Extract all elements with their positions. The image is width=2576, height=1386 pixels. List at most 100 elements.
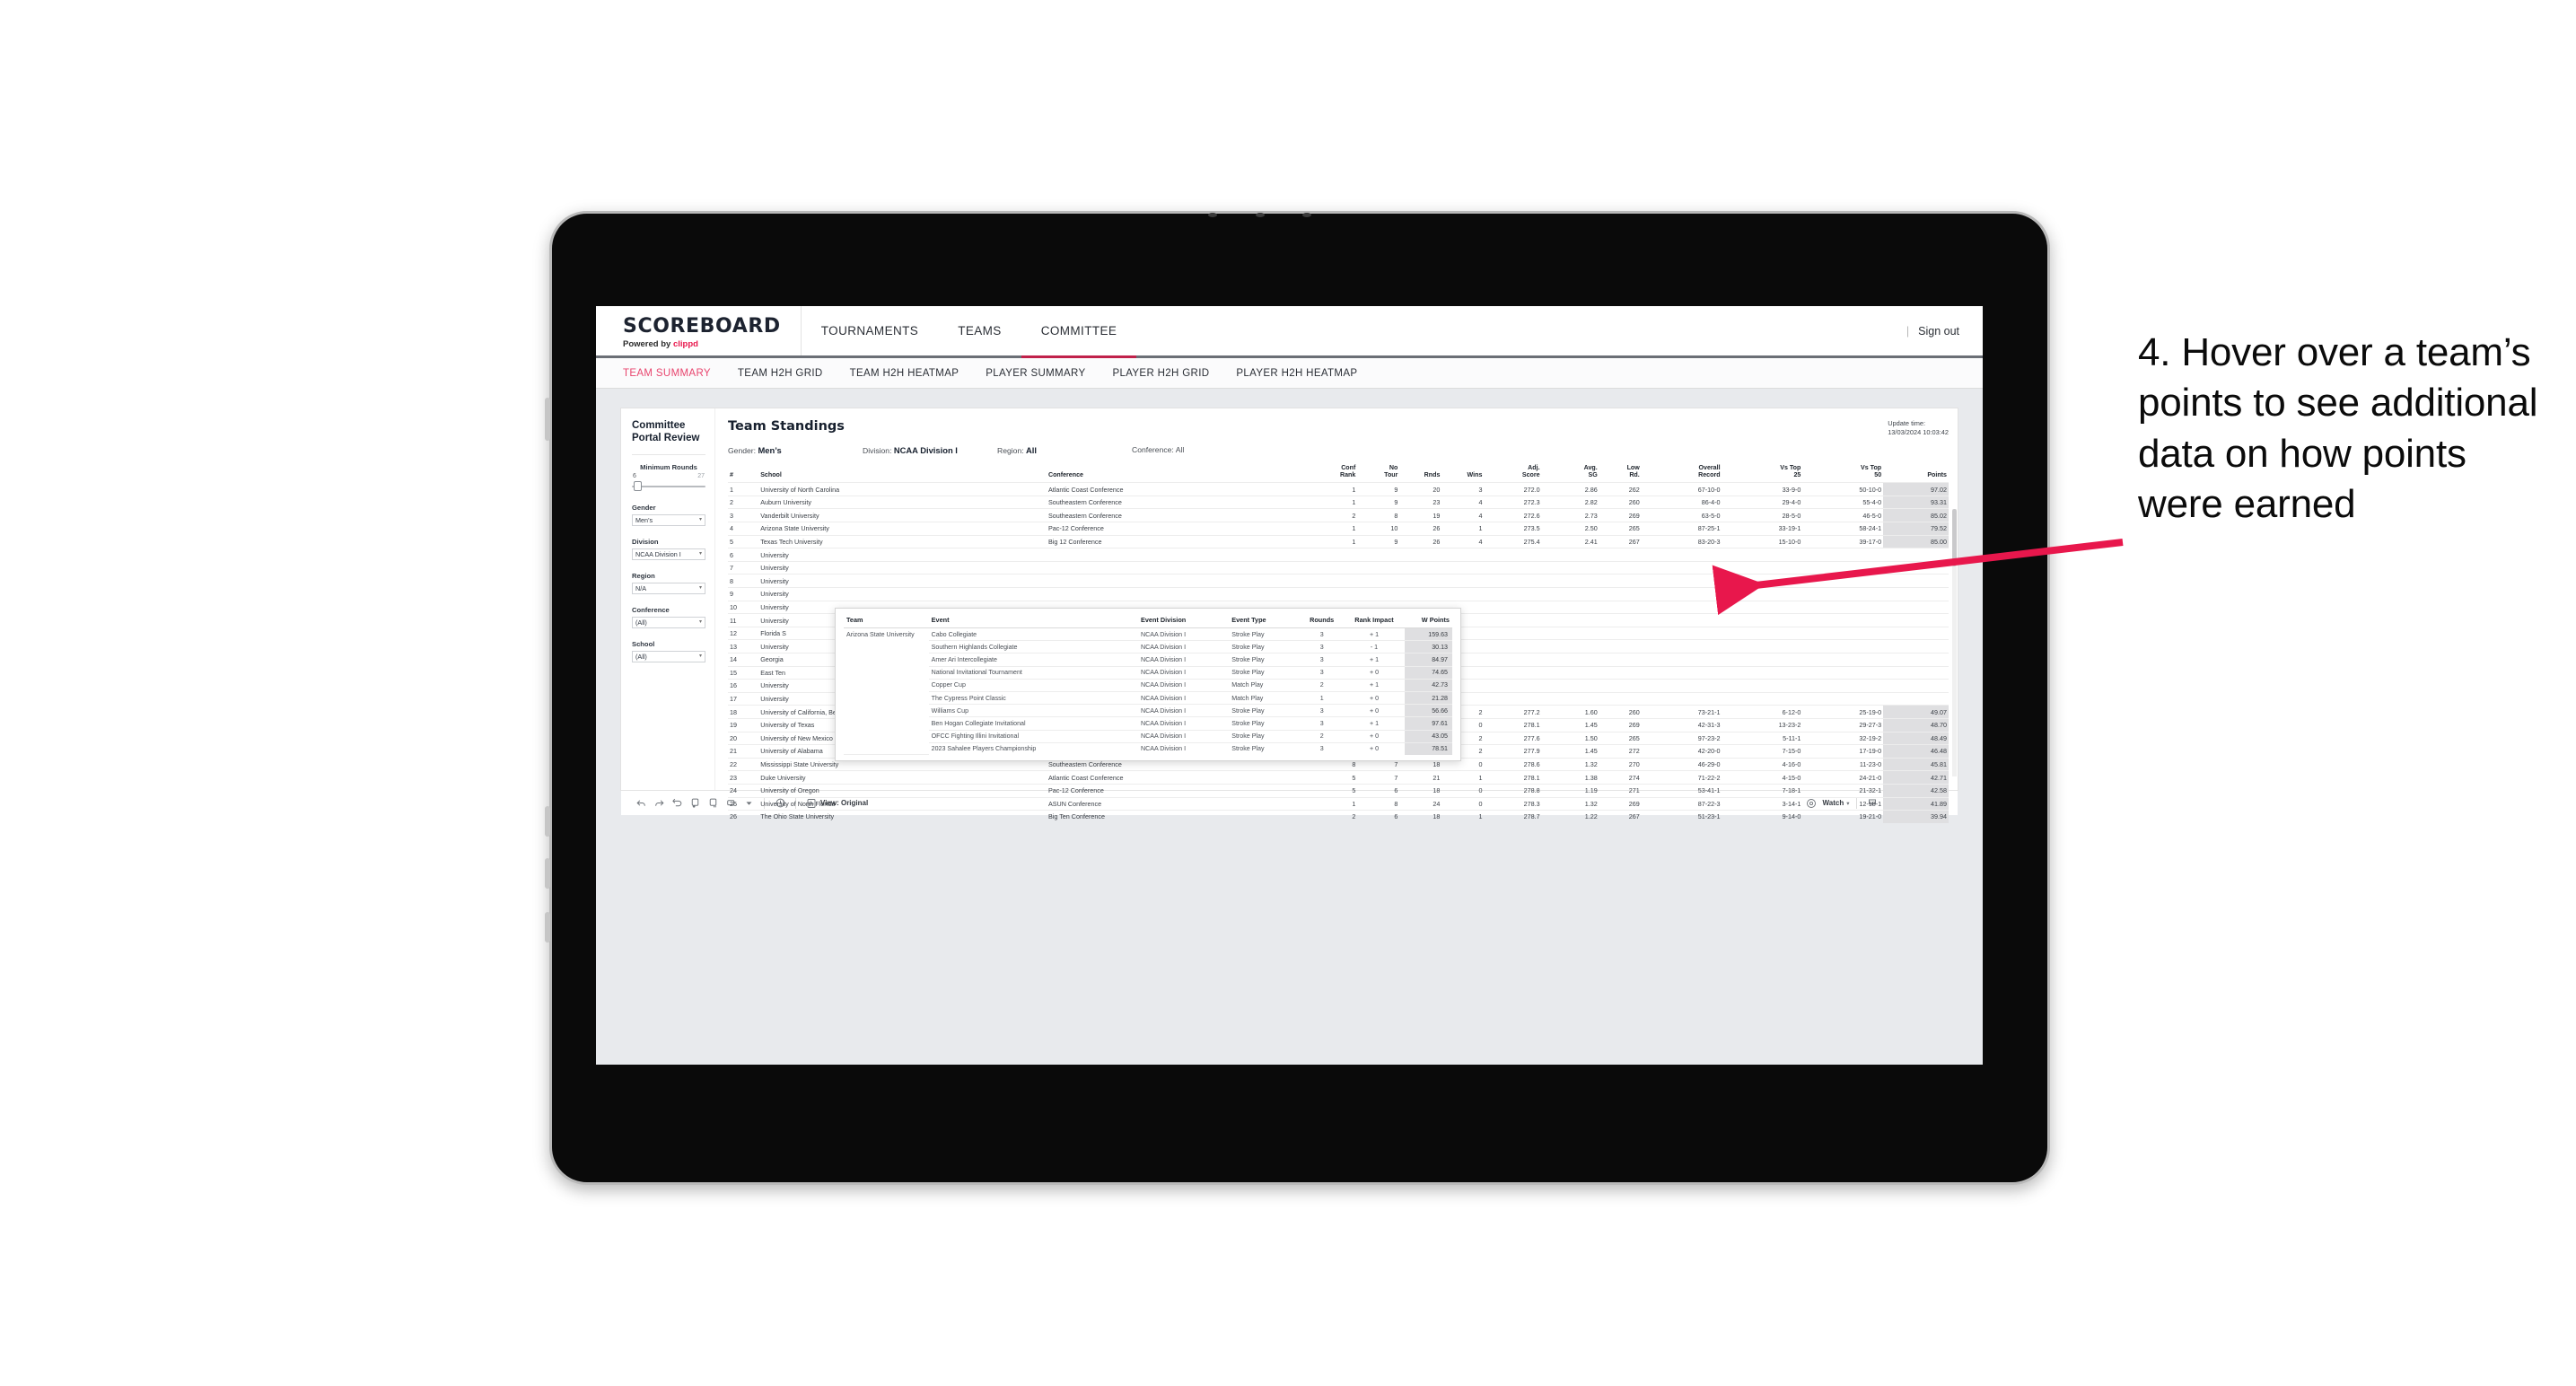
table-row[interactable]: 4 Arizona State University Pac-12 Conferen… — [728, 522, 1949, 536]
row-avg-sg: 2.73 — [1541, 508, 1599, 522]
row-low-rd — [1599, 639, 1642, 654]
tab-player-h2h-grid[interactable]: PLAYER H2H GRID — [1112, 368, 1209, 379]
row-rnds: 26 — [1399, 522, 1442, 536]
tth-event-division: Event Division — [1137, 615, 1230, 628]
table-row[interactable]: 3 Vanderbilt University Southeastern Confe… — [728, 508, 1949, 522]
slider-track[interactable] — [632, 485, 705, 488]
power-button[interactable] — [545, 398, 550, 441]
tab-player-summary[interactable]: PLAYER SUMMARY — [986, 368, 1085, 379]
th-low-rd[interactable]: Low Rd. — [1599, 463, 1642, 483]
filter-division-select[interactable]: NCAA Division I ▾ — [632, 548, 705, 560]
th-conference[interactable]: Conference — [1047, 463, 1315, 483]
row-adj-score — [1484, 639, 1542, 654]
row-avg-sg: 1.32 — [1541, 796, 1599, 811]
row-conf-rank — [1315, 574, 1358, 588]
row-wins — [1441, 574, 1485, 588]
th-points[interactable]: Points — [1883, 463, 1949, 483]
table-row[interactable]: 2 Auburn University Southeastern Conferenc… — [728, 495, 1949, 509]
filter-region-value: N/A — [635, 583, 646, 592]
redo-icon[interactable] — [650, 794, 668, 812]
side-button[interactable] — [545, 912, 550, 943]
row-points[interactable]: 85.02 — [1883, 508, 1949, 522]
filter-conference-select[interactable]: (All) ▾ — [632, 616, 705, 628]
row-overall-record: 87-25-1 — [1641, 522, 1722, 536]
row-points[interactable]: 41.89 — [1883, 796, 1949, 811]
revert-icon[interactable] — [668, 794, 686, 812]
th-v50-l2: 50 — [1874, 471, 1882, 479]
brand-logo[interactable]: SCOREBOARD Powered by clippd — [596, 306, 802, 355]
th-wins[interactable]: Wins — [1441, 463, 1484, 483]
row-vs-top-25: 33-19-1 — [1722, 522, 1803, 536]
th-vs-top-25[interactable]: Vs Top 25 — [1722, 463, 1803, 483]
tooltip-rank-impact: + 1 — [1343, 679, 1406, 692]
summary-gender-value: Men’s — [758, 444, 782, 455]
row-vs-top-50: 21-32-1 — [1802, 783, 1884, 798]
tooltip-event: Amer Ari Intercollegiate — [928, 653, 1138, 667]
tooltip-rank-impact: - 1 — [1343, 640, 1406, 654]
table-row[interactable]: 25 University of North Florida ASUN Confer… — [728, 796, 1949, 811]
nav-item-teams[interactable]: TEAMS — [938, 306, 1021, 358]
th-conf-rank[interactable]: Conf Rank — [1315, 463, 1357, 483]
min-rounds-slider[interactable] — [632, 480, 705, 492]
sign-out-link[interactable]: Sign out — [1918, 325, 1959, 338]
tablet-device-frame: SCOREBOARD Powered by clippd TOURNAMENTS… — [545, 211, 2050, 1185]
volume-up-button[interactable] — [545, 806, 550, 837]
row-conf-rank: 1 — [1315, 522, 1358, 536]
row-points[interactable]: 48.70 — [1883, 717, 1949, 732]
row-rank: 3 — [728, 508, 759, 522]
row-points[interactable]: 42.58 — [1883, 783, 1949, 798]
nav-item-tournaments[interactable]: TOURNAMENTS — [802, 306, 938, 358]
row-rank: 12 — [728, 626, 759, 640]
row-points[interactable]: 49.07 — [1883, 705, 1949, 719]
filter-gender-select[interactable]: Men’s ▾ — [632, 513, 705, 526]
row-points[interactable] — [1883, 691, 1949, 706]
th-school[interactable]: School — [758, 463, 1047, 483]
row-points[interactable]: 93.31 — [1883, 495, 1949, 509]
row-rnds — [1399, 560, 1442, 575]
th-vs-top-50[interactable]: Vs Top 50 — [1802, 463, 1883, 483]
tab-team-h2h-grid[interactable]: TEAM H2H GRID — [738, 368, 823, 379]
nav-item-committee[interactable]: COMMITTEE — [1021, 306, 1137, 358]
pause-icon[interactable] — [686, 794, 704, 812]
th-rnds[interactable]: Rnds — [1399, 463, 1441, 483]
th-adj-score[interactable]: Adj. Score — [1484, 463, 1541, 483]
volume-down-button[interactable] — [545, 858, 550, 889]
row-low-rd — [1599, 679, 1642, 693]
table-row[interactable]: 24 University of Oregon Pac-12 Conference 5… — [728, 783, 1949, 798]
row-points[interactable]: 46.48 — [1883, 744, 1949, 759]
row-points[interactable]: 48.49 — [1883, 731, 1949, 745]
th-sg-l1: Avg. — [1583, 463, 1598, 471]
th-avg-sg[interactable]: Avg. SG — [1542, 463, 1599, 483]
row-vs-top-50: 19-21-0 — [1802, 810, 1884, 823]
th-overall-record[interactable]: Overall Record — [1642, 463, 1722, 483]
row-points[interactable]: 42.71 — [1883, 770, 1949, 785]
row-points[interactable]: 79.52 — [1883, 522, 1949, 536]
tooltip-rounds: 3 — [1319, 745, 1324, 753]
filter-region-select[interactable]: N/A ▾ — [632, 582, 705, 594]
table-row[interactable]: 23 Duke University Atlantic Coast Conferen… — [728, 770, 1949, 785]
tooltip-rounds: 3 — [1300, 704, 1344, 718]
filter-school-select[interactable]: (All) ▾ — [632, 650, 705, 662]
row-low-rd: 272 — [1599, 744, 1642, 759]
row-adj-score: 278.6 — [1484, 757, 1542, 771]
resume-icon[interactable] — [704, 794, 722, 812]
tab-team-h2h-heatmap[interactable]: TEAM H2H HEATMAP — [850, 368, 959, 379]
tab-team-summary[interactable]: TEAM SUMMARY — [623, 368, 711, 379]
row-school: The Ohio State University — [758, 810, 1047, 823]
row-conference: Pac-12 Conference — [1046, 783, 1316, 798]
row-adj-score — [1484, 653, 1542, 667]
undo-icon[interactable] — [632, 794, 650, 812]
table-row[interactable]: 1 University of North Carolina Atlantic Co… — [728, 482, 1949, 496]
row-points[interactable]: 45.81 — [1883, 757, 1949, 771]
row-vs-top-50: 55-4-0 — [1802, 495, 1884, 509]
tab-player-h2h-heatmap[interactable]: PLAYER H2H HEATMAP — [1236, 368, 1357, 379]
row-points[interactable]: 97.02 — [1883, 482, 1949, 496]
page-title: Team Standings — [728, 419, 845, 434]
table-row[interactable]: 26 The Ohio State University Big Ten Confe… — [728, 810, 1949, 823]
tooltip-event-division: NCAA Division I — [1137, 730, 1230, 743]
slider-handle[interactable] — [634, 480, 642, 491]
chevron-down-icon: ▾ — [698, 517, 702, 523]
th-rank[interactable]: # — [728, 463, 758, 483]
row-points[interactable]: 39.94 — [1883, 810, 1949, 823]
th-no-tour[interactable]: No Tour — [1357, 463, 1399, 483]
